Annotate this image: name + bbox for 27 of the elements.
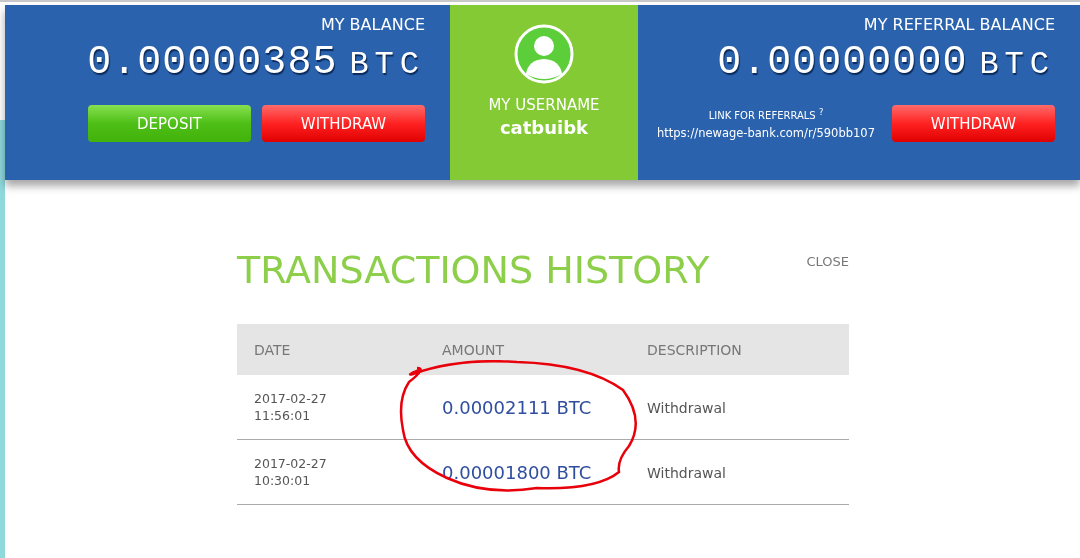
date-text: 2017-02-27 — [254, 455, 328, 472]
column-header: DESCRIPTION — [630, 324, 849, 375]
page-title: TRANSACTIONS HISTORY — [237, 248, 710, 292]
column-header: AMOUNT — [425, 324, 630, 375]
description-text: Withdrawal — [647, 464, 726, 481]
currency-unit: BTC — [349, 46, 425, 83]
user-avatar-icon — [514, 24, 574, 84]
close-link[interactable]: CLOSE — [806, 254, 849, 269]
referral-link-label: LINK FOR REFERRALS $^{?}$ — [708, 107, 824, 122]
amount-text: 0.00001800 BTC — [442, 461, 592, 483]
description-text: Withdrawal — [647, 399, 726, 416]
withdraw-button[interactable]: WITHDRAW — [262, 105, 425, 142]
time-text: 11:56:01 — [254, 407, 312, 424]
column-header: DATE — [237, 324, 425, 375]
balance-label: MY BALANCE — [320, 15, 425, 34]
amount-text: 0.00002111 BTC — [442, 396, 592, 418]
referral-link[interactable]: https://newage-bank.com/r/590bb107 — [656, 125, 875, 140]
username: catbuibk — [499, 117, 589, 138]
balance-amount: 0.00000385 — [87, 40, 338, 85]
time-text: 10:30:01 — [254, 472, 312, 489]
referral-balance-label: MY REFERRAL BALANCE — [863, 15, 1055, 34]
username-label: MY USERNAME — [488, 96, 600, 114]
currency-unit: BTC — [979, 46, 1055, 83]
withdraw-button[interactable]: WITHDRAW — [892, 105, 1055, 142]
deposit-button[interactable]: DEPOSIT — [88, 105, 251, 142]
date-text: 2017-02-27 — [254, 390, 328, 407]
referral-balance-amount: 0.00000000 — [717, 40, 968, 85]
